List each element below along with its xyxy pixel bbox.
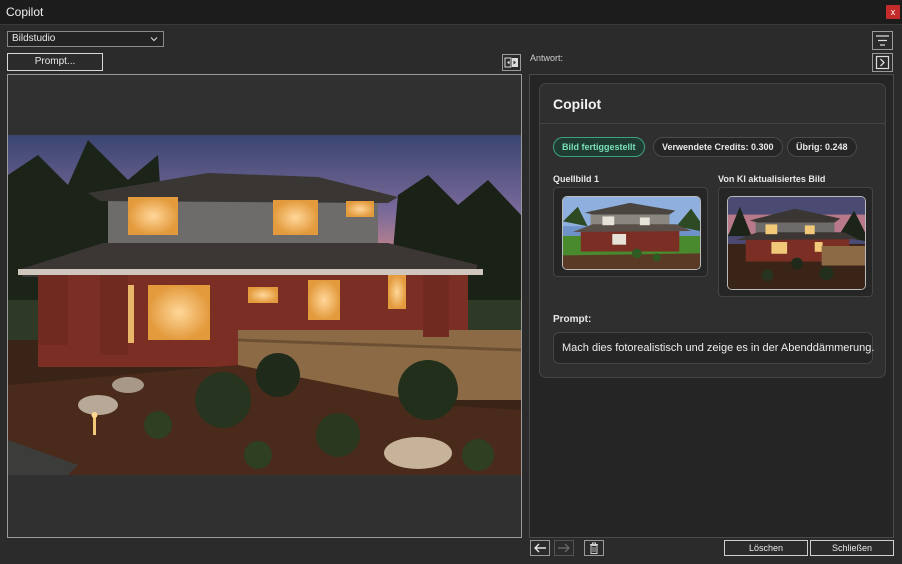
image-viewer[interactable] — [7, 74, 522, 538]
copilot-result-card: Copilot Bild fertiggestellt Verwendete C… — [539, 83, 886, 378]
mode-select-value: Bildstudio — [12, 33, 56, 44]
prompt-text: Mach dies fotorealistisch und zeige es i… — [553, 332, 874, 364]
card-divider — [540, 123, 885, 124]
filter-icon — [876, 35, 889, 46]
previous-button[interactable] — [530, 540, 550, 556]
close-icon[interactable]: x — [886, 5, 900, 19]
mode-select[interactable]: Bildstudio — [7, 31, 164, 47]
remaining-badge: Übrig: 0.248 — [787, 137, 857, 157]
title-bar: Copilot x — [0, 0, 902, 25]
answer-label: Antwort: — [530, 53, 564, 63]
trash-icon — [590, 542, 598, 554]
source-image-container — [553, 187, 708, 277]
delete-button[interactable]: Löschen — [724, 540, 808, 556]
result-image-container — [718, 187, 873, 297]
arrow-left-icon — [534, 543, 546, 553]
source-image-label: Quellbild 1 — [553, 174, 600, 184]
compare-button[interactable] — [502, 54, 521, 71]
answer-area: Copilot Bild fertiggestellt Verwendete C… — [529, 74, 894, 538]
next-button[interactable] — [554, 540, 574, 556]
source-image-thumbnail[interactable] — [562, 196, 701, 270]
delete-entry-button[interactable] — [584, 540, 604, 556]
status-badge: Bild fertiggestellt — [553, 137, 645, 157]
arrow-right-icon — [558, 543, 570, 553]
chevron-down-icon — [150, 37, 158, 42]
credits-badge: Verwendete Credits: 0.300 — [653, 137, 783, 157]
card-title: Copilot — [553, 96, 602, 112]
result-image-thumbnail[interactable] — [727, 196, 866, 290]
prompt-button[interactable]: Prompt... — [7, 53, 103, 71]
filter-button[interactable] — [872, 31, 893, 50]
result-image-label: Von KI aktualisiertes Bild — [718, 174, 826, 184]
rendered-house-image — [8, 135, 521, 475]
close-button[interactable]: Schließen — [810, 540, 894, 556]
prompt-label: Prompt: — [553, 314, 592, 325]
panel-toggle-button[interactable] — [872, 53, 893, 72]
window-title: Copilot — [6, 5, 44, 19]
compare-icon — [504, 57, 518, 68]
panel-toggle-icon — [875, 55, 890, 70]
